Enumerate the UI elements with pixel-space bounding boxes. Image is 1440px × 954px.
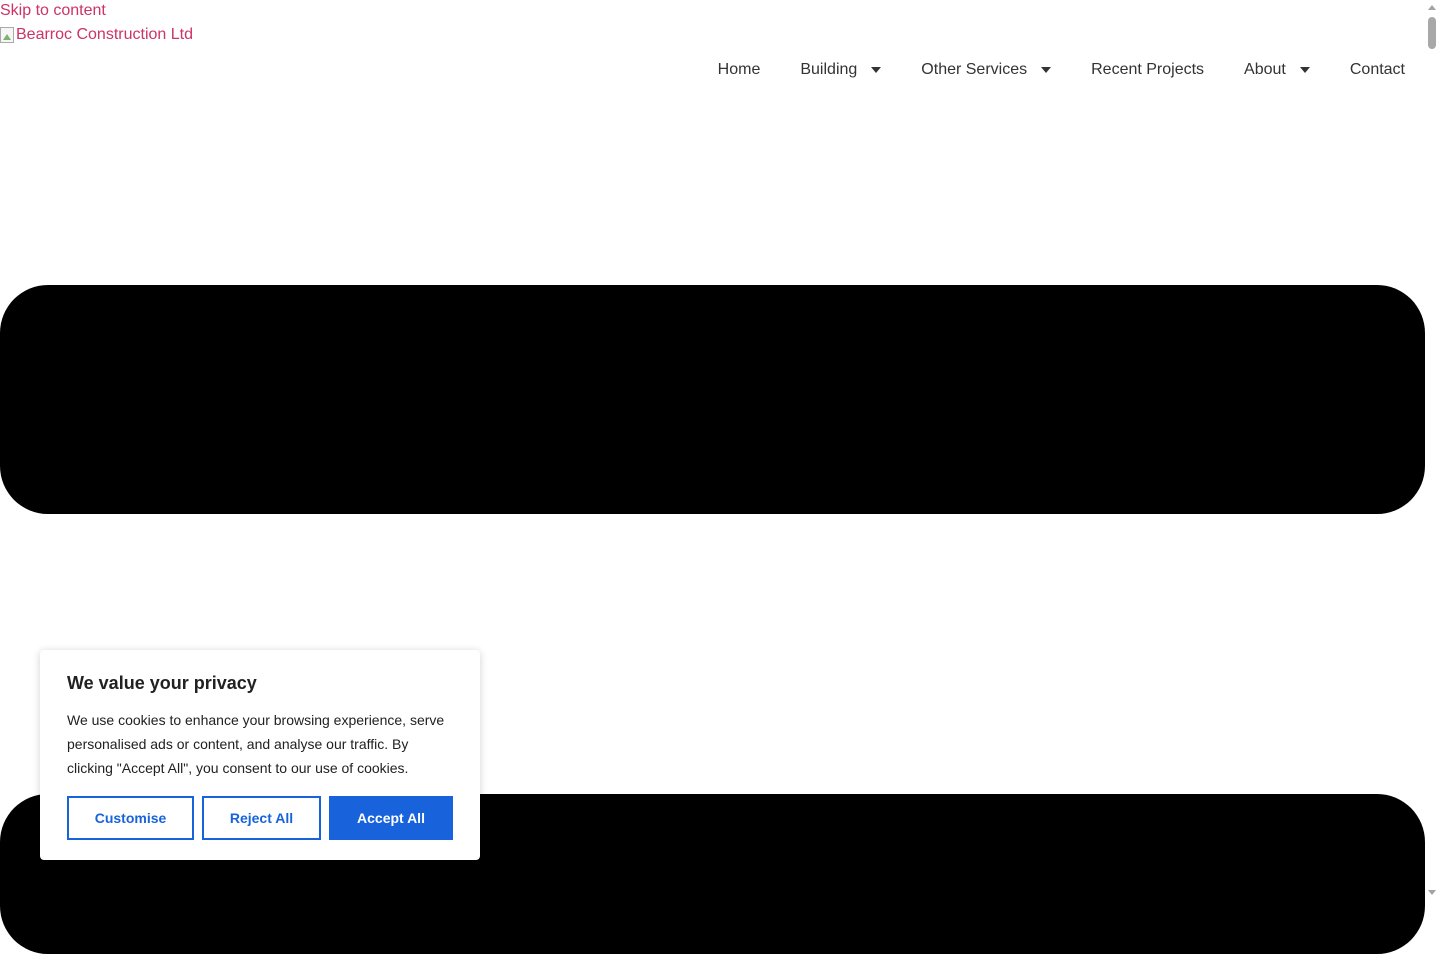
nav-item-label: Other Services bbox=[921, 61, 1028, 78]
nav-item-home[interactable]: Home bbox=[718, 58, 761, 82]
cookie-consent-banner: We value your privacy We use cookies to … bbox=[40, 650, 480, 860]
nav-item-building[interactable]: Building bbox=[800, 58, 882, 82]
site-logo[interactable]: Bearroc Construction Ltd bbox=[0, 26, 193, 44]
nav-item-label: About bbox=[1244, 61, 1286, 78]
hero-video-area bbox=[0, 285, 1425, 514]
caret-down-icon[interactable] bbox=[871, 67, 882, 73]
broken-image-icon bbox=[0, 27, 14, 43]
nav-item-recent-projects[interactable]: Recent Projects bbox=[1091, 58, 1204, 82]
accept-all-button[interactable]: Accept All bbox=[329, 796, 453, 840]
nav-item-label: Recent Projects bbox=[1091, 61, 1205, 78]
skip-to-content-link[interactable]: Skip to content bbox=[0, 2, 106, 20]
scroll-up-arrow-icon[interactable] bbox=[1428, 5, 1436, 10]
caret-down-icon[interactable] bbox=[1041, 67, 1052, 73]
nav-item-contact[interactable]: Contact bbox=[1350, 58, 1405, 82]
caret-down-icon[interactable] bbox=[1299, 67, 1310, 73]
nav-item-about[interactable]: About bbox=[1244, 58, 1310, 82]
cookie-button-row: Customise Reject All Accept All bbox=[67, 796, 453, 840]
nav-item-label: Building bbox=[800, 61, 858, 78]
cookie-description: We use cookies to enhance your browsing … bbox=[67, 712, 445, 776]
main-navigation: Home Building Other Services Recent Proj… bbox=[718, 58, 1405, 82]
nav-item-label: Contact bbox=[1349, 61, 1405, 78]
logo-alt-text: Bearroc Construction Ltd bbox=[16, 26, 193, 43]
customise-button[interactable]: Customise bbox=[67, 796, 194, 840]
reject-all-button[interactable]: Reject All bbox=[202, 796, 321, 840]
page-scrollbar[interactable] bbox=[1425, 0, 1440, 900]
cookie-title: We value your privacy bbox=[67, 673, 257, 693]
scroll-down-arrow-icon[interactable] bbox=[1428, 890, 1436, 895]
nav-item-label: Home bbox=[717, 61, 761, 78]
nav-item-other-services[interactable]: Other Services bbox=[921, 58, 1052, 82]
scroll-thumb[interactable] bbox=[1428, 17, 1436, 49]
